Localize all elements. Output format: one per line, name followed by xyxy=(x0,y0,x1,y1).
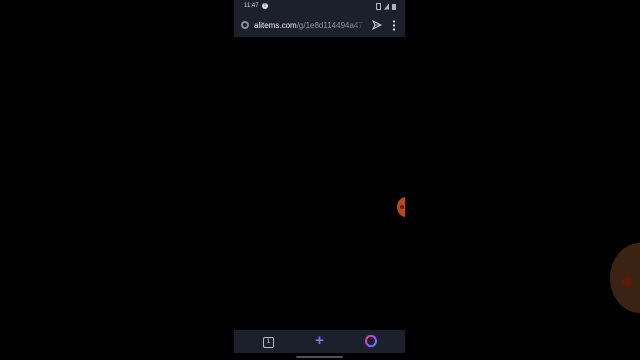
home-indicator[interactable] xyxy=(296,356,343,358)
vibrate-icon xyxy=(376,3,381,10)
opera-logo-icon[interactable] xyxy=(365,335,377,347)
status-bar: 11:47 ! xyxy=(234,0,405,13)
bottom-navigation-bar: 1 + xyxy=(234,330,405,353)
url-domain: alitems.com xyxy=(254,21,297,30)
blurred-side-bubble xyxy=(610,243,640,313)
plus-icon[interactable]: + xyxy=(313,333,326,348)
notification-alert-icon: ! xyxy=(262,3,268,9)
signal-icon xyxy=(384,3,389,10)
url-fade xyxy=(352,19,366,32)
status-indicators xyxy=(376,3,396,10)
status-time: 11:47 xyxy=(244,3,259,9)
battery-icon xyxy=(392,3,396,10)
send-icon[interactable] xyxy=(372,20,382,30)
tabs-icon[interactable]: 1 xyxy=(263,337,274,348)
address-bar: alitems.com/g/1e8d114494a47 xyxy=(234,13,405,37)
site-info-icon[interactable] xyxy=(241,21,249,29)
web-page-content[interactable] xyxy=(234,37,405,330)
more-menu-icon[interactable] xyxy=(392,20,396,31)
phone-screen: 11:47 ! alitems.com/g/1e8d114494a47 1 + xyxy=(234,0,405,360)
video-frame: 11:47 ! alitems.com/g/1e8d114494a47 1 + xyxy=(0,0,640,360)
url-field[interactable]: alitems.com/g/1e8d114494a47 xyxy=(254,20,364,31)
